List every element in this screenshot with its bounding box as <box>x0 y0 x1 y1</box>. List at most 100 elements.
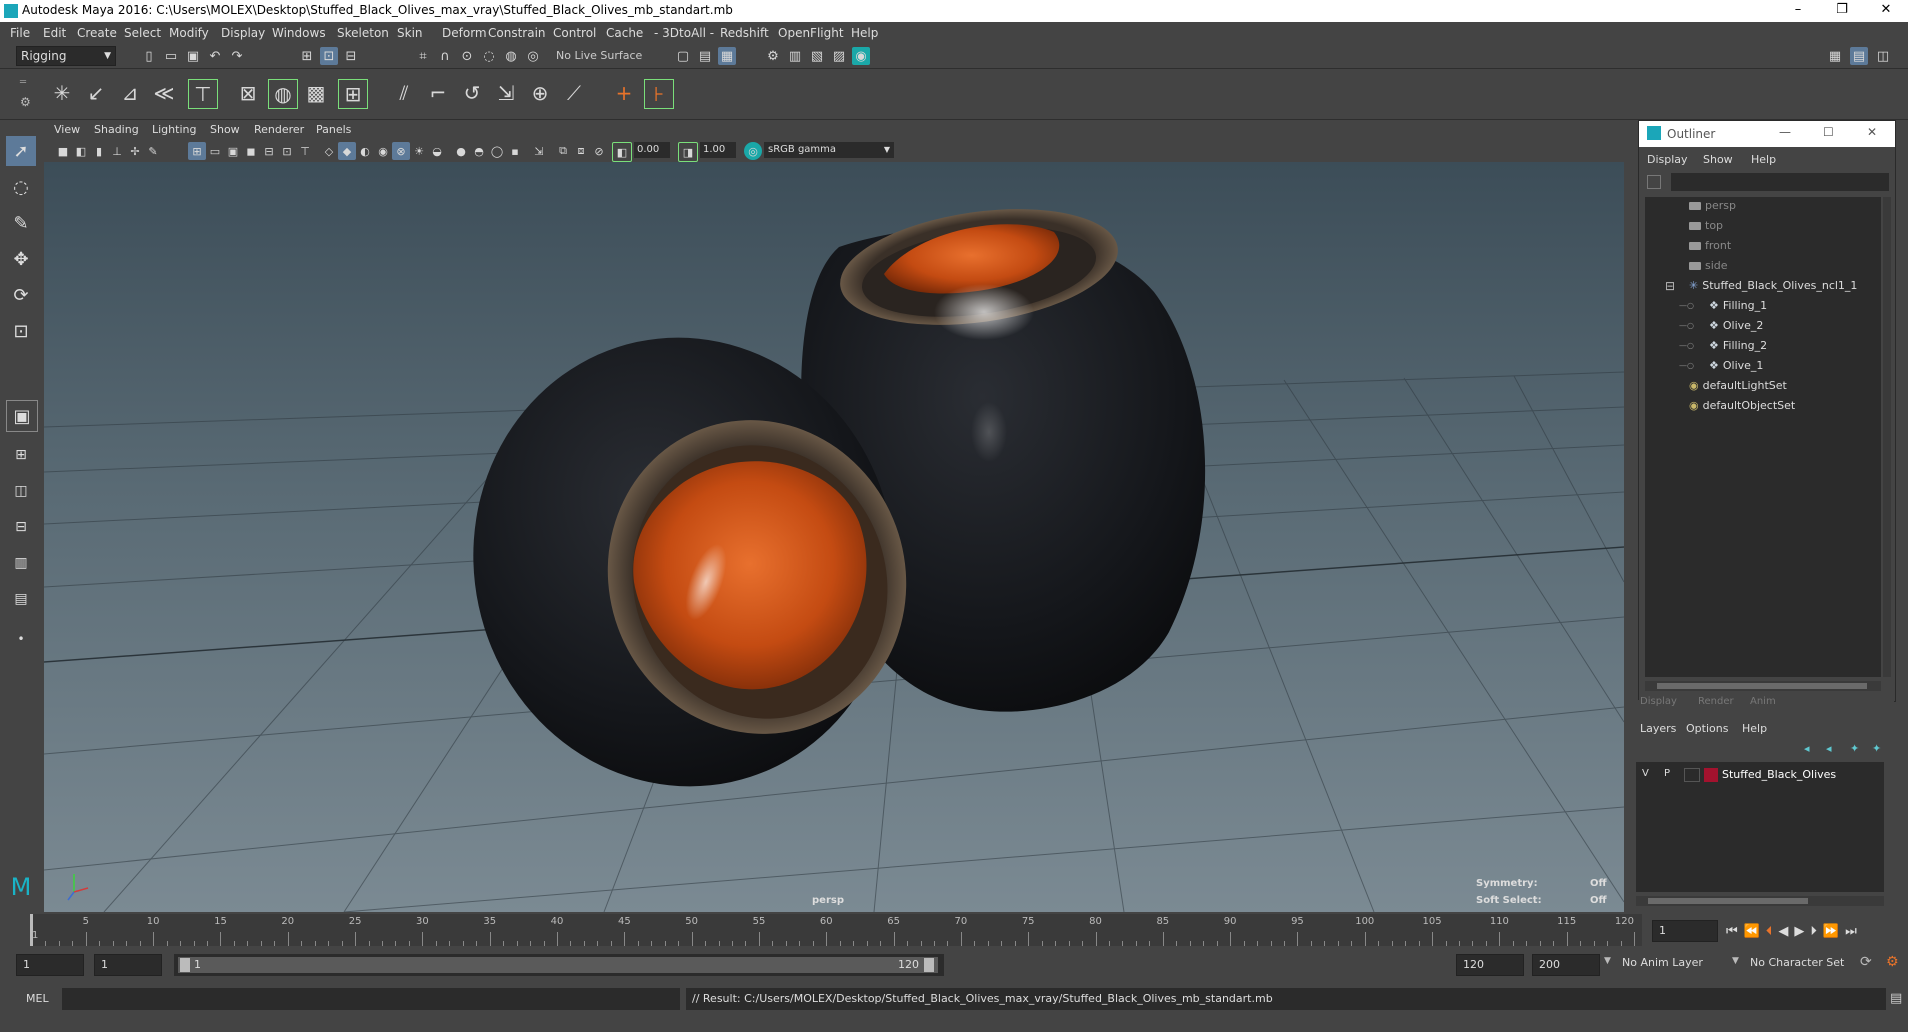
step-forward-key-icon[interactable]: ⏩ <box>1823 924 1839 939</box>
grid-icon[interactable]: ⊞ <box>188 142 206 160</box>
attribute-editor-toggle-icon[interactable]: ◫ <box>1874 47 1892 65</box>
field-chart-icon[interactable]: ⊟ <box>260 142 278 160</box>
step-back-key-icon[interactable]: ⏪ <box>1744 924 1760 939</box>
outliner-menu-display[interactable]: Display <box>1647 153 1688 166</box>
shelf-grip-icon[interactable]: ═ <box>20 77 26 88</box>
range-end-grip[interactable] <box>924 958 934 972</box>
menu-3dtoall[interactable]: - 3DtoAll - <box>654 26 714 40</box>
resolution-gate-icon[interactable]: ▣ <box>224 142 242 160</box>
filter-icon[interactable] <box>1647 175 1661 189</box>
isolate-select-icon[interactable]: ▪ <box>506 142 524 160</box>
two-d-pan-icon[interactable]: ✢ <box>126 142 144 160</box>
mirror-joint-icon[interactable]: ≪ <box>150 79 178 107</box>
persp-graph-layout-icon[interactable]: ⊟ <box>6 512 36 542</box>
menu-cache[interactable]: Cache <box>606 26 643 40</box>
layer-tab-display[interactable]: Display <box>1640 696 1677 707</box>
menu-windows[interactable]: Windows <box>272 26 326 40</box>
animation-start-field[interactable]: 1 <box>16 954 84 976</box>
menu-edit[interactable]: Edit <box>43 26 66 40</box>
xray-icon[interactable]: ⇲ <box>530 142 548 160</box>
rotate-tool-icon[interactable]: ⟳ <box>6 280 36 310</box>
step-forward-frame-icon[interactable]: ⏵ <box>1810 924 1817 939</box>
hypershade-layout-icon[interactable]: ▥ <box>6 548 36 578</box>
range-slider-handle[interactable]: 1 120 <box>178 957 938 973</box>
menu-select[interactable]: Select <box>124 26 161 40</box>
move-tool-icon[interactable]: ✥ <box>6 244 36 274</box>
snap-curve-icon[interactable]: ∩ <box>436 47 454 65</box>
restore-button[interactable]: ❐ <box>1820 0 1864 22</box>
playback-start-field[interactable]: 1 <box>94 954 162 976</box>
current-frame-field[interactable]: 1 <box>1652 920 1718 942</box>
layer-menu-help[interactable]: Help <box>1742 722 1767 735</box>
outliner-item[interactable]: —○ ❖ Olive_2 <box>1679 319 1763 332</box>
lattice-icon[interactable]: ⊞ <box>338 79 368 109</box>
bookmark-icon[interactable]: ▮ <box>90 142 108 160</box>
move-layer-up-icon[interactable]: ◂ <box>1804 742 1810 755</box>
menuset-dropdown[interactable]: Rigging ▼ <box>16 46 116 66</box>
snap-live-icon[interactable]: ◎ <box>524 47 542 65</box>
layer-row[interactable]: V P Stuffed_Black_Olives <box>1636 766 1884 784</box>
outliner-item[interactable]: ◉ defaultLightSet <box>1689 379 1787 392</box>
pole-vector-icon[interactable]: ⟋ <box>560 79 588 107</box>
menu-deform[interactable]: Deform <box>442 26 487 40</box>
joint-tool-icon[interactable]: ✳ <box>48 79 76 107</box>
depth-of-field-icon[interactable]: ◯ <box>488 142 506 160</box>
chevron-down-icon[interactable]: ▼ <box>1732 956 1739 966</box>
gamma-field[interactable]: 1.00 <box>700 142 736 158</box>
current-time-marker[interactable] <box>30 914 33 946</box>
smooth-shade-icon[interactable]: ◆ <box>338 142 356 160</box>
select-component-icon[interactable]: ⊟ <box>342 47 360 65</box>
outliner-item[interactable]: side <box>1689 259 1728 272</box>
motion-blur-icon[interactable]: ● <box>452 142 470 160</box>
wireframe-icon[interactable]: ◇ <box>320 142 338 160</box>
select-tool-icon[interactable]: ➚ <box>6 136 36 166</box>
menu-control[interactable]: Control <box>553 26 596 40</box>
go-to-start-icon[interactable]: ⏮ <box>1726 924 1738 939</box>
render-region-icon[interactable]: ▨ <box>830 47 848 65</box>
gamma-icon[interactable]: ◨ <box>678 142 698 162</box>
exposure-field[interactable]: 0.00 <box>634 142 670 158</box>
outliner-menu-help[interactable]: Help <box>1751 153 1776 166</box>
outliner-item[interactable]: —○ ❖ Filling_1 <box>1679 299 1767 312</box>
layer-tab-render[interactable]: Render <box>1698 696 1734 707</box>
viewport-menu-panels[interactable]: Panels <box>316 123 351 136</box>
layer-menu-options[interactable]: Options <box>1686 722 1728 735</box>
locator-icon[interactable]: + <box>610 79 638 107</box>
cluster-icon[interactable]: ⊦ <box>644 79 674 109</box>
orient-joint-icon[interactable]: ⊤ <box>188 79 218 109</box>
script-editor-icon[interactable]: ▤ <box>1890 991 1902 1006</box>
outliner-item[interactable]: ⊟ ✳ Stuffed_Black_Olives_ncl1_1 <box>1665 279 1857 293</box>
xray-active-icon[interactable]: ⧈ <box>572 142 590 160</box>
gate-mask-icon[interactable]: ◼ <box>242 142 260 160</box>
aim-constraint-icon[interactable]: ⊕ <box>526 79 554 107</box>
undo-icon[interactable]: ↶ <box>206 47 224 65</box>
menu-openflight[interactable]: OpenFlight <box>778 26 844 40</box>
menu-constrain[interactable]: Constrain <box>488 26 546 40</box>
menu-skin[interactable]: Skin <box>397 26 423 40</box>
outliner-horizontal-scrollbar[interactable] <box>1645 681 1881 691</box>
viewport-menu-view[interactable]: View <box>54 123 80 136</box>
single-perspective-layout-icon[interactable]: ▣ <box>6 400 38 432</box>
close-button[interactable]: ✕ <box>1864 0 1908 22</box>
paint-select-icon[interactable]: ✎ <box>6 208 36 238</box>
outliner-search-input[interactable] <box>1671 173 1889 191</box>
film-gate-icon[interactable]: ▭ <box>206 142 224 160</box>
preferences-icon[interactable]: ⚙ <box>1886 954 1899 970</box>
scrollbar-thumb[interactable] <box>1657 683 1867 689</box>
menu-file[interactable]: File <box>10 26 30 40</box>
menu-create[interactable]: Create <box>77 26 117 40</box>
color-management-icon[interactable]: ◎ <box>744 142 762 160</box>
render-current-icon[interactable]: ▤ <box>696 47 714 65</box>
command-input[interactable] <box>62 988 680 1010</box>
ipr-render-icon[interactable]: ▦ <box>718 47 736 65</box>
character-set-dropdown[interactable]: No Character Set <box>1750 956 1844 969</box>
menu-display[interactable]: Display <box>221 26 265 40</box>
outliner-item[interactable]: top <box>1689 219 1723 232</box>
layer-menu-layers[interactable]: Layers <box>1640 722 1676 735</box>
time-ruler[interactable]: 1 5 10 15 20 25 30 35 40 45 50 55 60 65 70 75 80 85 90 95 10… <box>30 914 1642 946</box>
outliner-item[interactable]: —○ ❖ Filling_2 <box>1679 339 1767 352</box>
step-back-frame-icon[interactable]: ⏴ <box>1766 924 1773 939</box>
render-camera-icon[interactable]: ◉ <box>852 47 870 65</box>
safe-action-icon[interactable]: ⊡ <box>278 142 296 160</box>
shelf-settings-icon[interactable]: ⚙ <box>20 95 31 109</box>
